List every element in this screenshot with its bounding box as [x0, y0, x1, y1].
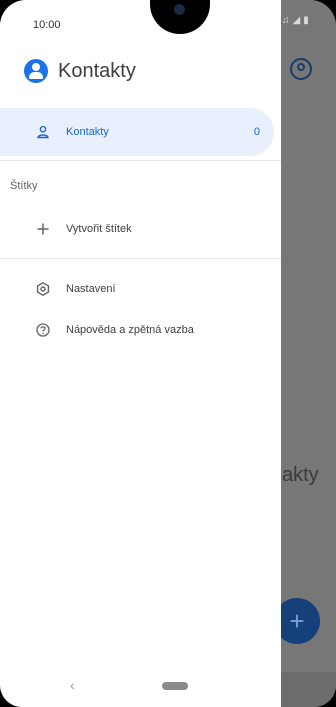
- phone-screen: akty + 10:00 ♫ ◢ ▮ Kontakty Kontakty 0 Ští…: [0, 0, 336, 707]
- drawer-item-label: Nápověda a zpětná vazba: [66, 324, 194, 336]
- back-icon[interactable]: ‹: [70, 677, 75, 693]
- labels-section-title: Štítky: [10, 180, 38, 192]
- contacts-logo-icon: [24, 59, 48, 83]
- background-title: akty: [282, 464, 319, 486]
- drawer-header: Kontakty: [24, 56, 136, 86]
- help-icon: [33, 323, 53, 337]
- notification-icon: ♫: [282, 15, 290, 26]
- divider: [0, 160, 281, 161]
- drawer-item-label: Vytvořit štítek: [66, 223, 132, 235]
- drawer-item-label: Kontakty: [66, 126, 109, 138]
- drawer-item-label: Nastavení: [66, 283, 116, 295]
- drawer-item-contacts[interactable]: Kontakty 0: [0, 108, 274, 156]
- plus-icon: [33, 223, 53, 235]
- contacts-count: 0: [253, 126, 260, 138]
- status-time: 10:00: [33, 19, 61, 31]
- drawer-item-create-label[interactable]: Vytvořit štítek: [0, 205, 274, 253]
- signal-icon: ◢: [292, 15, 301, 26]
- gear-icon: [33, 282, 53, 296]
- status-icons: ♫ ◢ ▮: [282, 15, 312, 26]
- account-icon: [290, 58, 312, 80]
- battery-icon: ▮: [303, 15, 309, 26]
- app-title: Kontakty: [58, 59, 136, 82]
- home-pill[interactable]: [162, 682, 188, 690]
- person-icon: [33, 125, 53, 139]
- drawer-item-help[interactable]: Nápověda a zpětná vazba: [0, 306, 274, 354]
- divider: [0, 258, 281, 259]
- navigation-drawer: Kontakty Kontakty 0 Štítky Vytvořit štít…: [0, 0, 281, 707]
